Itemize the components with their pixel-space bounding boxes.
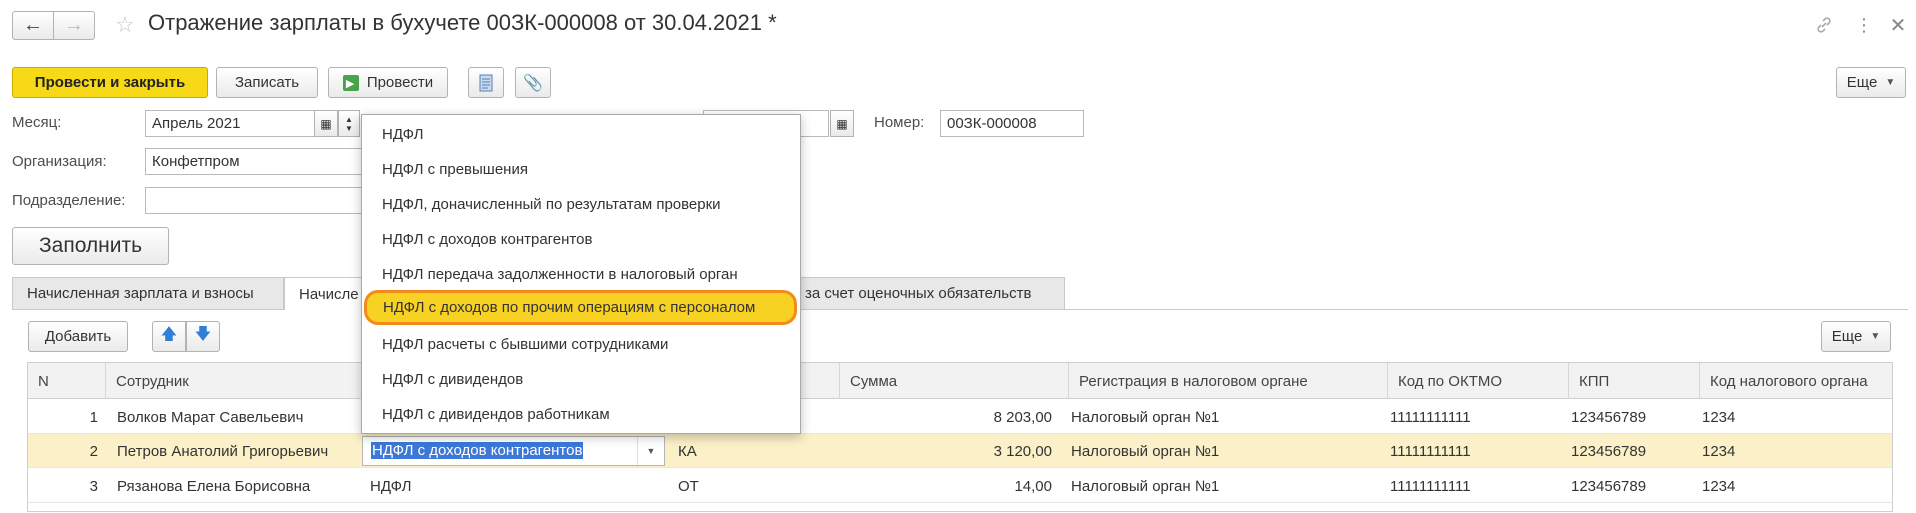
arrow-up-icon: 🡅	[160, 326, 178, 343]
caret-down-icon: ▼	[1885, 77, 1896, 88]
calendar-icon: ▦	[836, 116, 848, 131]
dropdown-option[interactable]: НДФЛ, доначисленный по результатам прове…	[362, 187, 800, 222]
row-number: 2	[89, 442, 98, 460]
dropdown-option[interactable]: НДФЛ с превышения	[362, 152, 800, 187]
row-number: 3	[89, 477, 98, 495]
caret-down-icon: ▼	[646, 446, 656, 456]
chevron-up-icon: ▲	[345, 114, 353, 124]
amount: 3 120,00	[993, 442, 1052, 460]
month-field[interactable]: Апрель 2021	[145, 110, 315, 137]
amount: 8 203,00	[993, 408, 1052, 426]
close-icon[interactable]: ✕	[1888, 12, 1908, 38]
number-field[interactable]: 00ЗК-000008	[940, 110, 1084, 137]
dropdown-option[interactable]: НДФЛ с дивидендов	[362, 362, 800, 397]
oktmo: 11111111111	[1390, 477, 1471, 495]
col-oktmo[interactable]: Код по ОКТМО	[1388, 363, 1569, 399]
tax-office-code: 1234	[1702, 477, 1736, 495]
tax-office-code: 1234	[1702, 442, 1736, 460]
document-list-icon	[479, 74, 493, 91]
tax-registration: Налоговый орган №1	[1071, 477, 1220, 495]
kpp: 123456789	[1571, 408, 1647, 426]
dropdown-option[interactable]: НДФЛ с дивидендов работникам	[362, 397, 800, 432]
save-button[interactable]: Записать	[216, 67, 318, 98]
calendar-icon: ▦	[320, 116, 332, 131]
link-icon[interactable]	[1812, 12, 1836, 38]
organization-field[interactable]: Конфетпром	[145, 148, 367, 175]
month-stepper[interactable]: ▲ ▼	[338, 110, 360, 137]
department-field[interactable]	[145, 187, 367, 214]
move-down-button[interactable]: 🡇	[186, 321, 220, 352]
caret-down-icon: ▼	[1870, 331, 1881, 342]
col-employee[interactable]: Сотрудник	[106, 363, 362, 399]
dropdown-option[interactable]: НДФЛ передача задолженности в налоговый …	[362, 257, 800, 292]
income-type-value[interactable]: НДФЛ с доходов контрагентов	[371, 442, 584, 459]
arrow-right-icon: →	[64, 14, 84, 36]
income-type: НДФЛ	[370, 477, 412, 495]
organization-label: Организация:	[12, 153, 107, 170]
move-up-button[interactable]: 🡅	[152, 321, 186, 352]
add-row-button[interactable]: Добавить	[28, 321, 128, 352]
date-calendar-button[interactable]: ▦	[830, 110, 854, 137]
employee-name: Петров Анатолий Григорьевич	[117, 442, 329, 460]
employee-name: Волков Марат Савельевич	[117, 408, 304, 426]
col-n[interactable]: N	[28, 363, 106, 399]
paperclip-icon: 📎	[523, 74, 543, 92]
dropdown-option[interactable]: НДФЛ с доходов контрагентов	[362, 222, 800, 257]
income-type-dropdown: НДФЛ НДФЛ с превышения НДФЛ, доначисленн…	[361, 114, 801, 434]
oktmo: 11111111111	[1390, 442, 1471, 460]
fill-button[interactable]: Заполнить	[12, 227, 169, 265]
income-code: КА	[678, 442, 697, 460]
col-tax-registration[interactable]: Регистрация в налоговом органе	[1069, 363, 1388, 399]
oktmo: 11111111111	[1390, 408, 1471, 426]
income-code: ОТ	[678, 477, 699, 495]
month-label: Месяц:	[12, 114, 62, 131]
forward-button[interactable]: →	[53, 11, 95, 40]
star-icon[interactable]: ☆	[112, 10, 138, 40]
arrow-down-icon: 🡇	[194, 326, 212, 343]
col-kpp[interactable]: КПП	[1569, 363, 1700, 399]
more-vertical-icon[interactable]: ⋮	[1855, 12, 1873, 38]
income-type-editor[interactable]: НДФЛ с доходов контрагентов ▼	[362, 436, 665, 466]
chevron-down-icon: ▼	[345, 123, 353, 133]
kpp: 123456789	[1571, 442, 1647, 460]
amount: 14,00	[1014, 477, 1052, 495]
dropdown-option[interactable]: НДФЛ	[362, 117, 800, 152]
dropdown-option-highlighted[interactable]: НДФЛ с доходов по прочим операциям с пер…	[364, 290, 797, 325]
col-sum[interactable]: Сумма	[840, 363, 1069, 399]
month-calendar-button[interactable]: ▦	[314, 110, 338, 137]
back-button[interactable]: ←	[12, 11, 54, 40]
report-button[interactable]	[468, 67, 504, 98]
tax-registration: Налоговый орган №1	[1071, 442, 1220, 460]
kpp: 123456789	[1571, 477, 1647, 495]
table-more-button[interactable]: Еще ▼	[1821, 321, 1891, 352]
col-tax-office-code[interactable]: Код налогового органа	[1700, 363, 1892, 399]
attach-button[interactable]: 📎	[515, 67, 551, 98]
tab-accrued-salary[interactable]: Начисленная зарплата и взносы	[12, 277, 284, 309]
dropdown-option[interactable]: НДФЛ расчеты с бывшими сотрудниками	[362, 327, 800, 362]
post-and-close-button[interactable]: Провести и закрыть	[12, 67, 208, 98]
tax-office-code: 1234	[1702, 408, 1736, 426]
post-button[interactable]: ▶ Провести	[328, 67, 448, 98]
more-button-label: Еще	[1846, 74, 1878, 91]
post-button-label: Провести	[366, 74, 434, 91]
employee-name: Рязанова Елена Борисовна	[117, 477, 311, 495]
number-label: Номер:	[874, 114, 925, 131]
post-document-icon: ▶	[342, 74, 359, 91]
more-button[interactable]: Еще ▼	[1836, 67, 1906, 98]
tab-estimated-liabilities[interactable]: за счет оценочных обязательств	[780, 277, 1065, 309]
dropdown-toggle[interactable]: ▼	[637, 437, 664, 465]
table-more-label: Еще	[1831, 328, 1863, 345]
page-title: Отражение зарплаты в бухучете 00ЗК-00000…	[148, 10, 777, 35]
arrow-left-icon: ←	[23, 14, 43, 36]
department-label: Подразделение:	[12, 192, 126, 209]
row-number: 1	[89, 408, 98, 426]
tax-registration: Налоговый орган №1	[1071, 408, 1220, 426]
